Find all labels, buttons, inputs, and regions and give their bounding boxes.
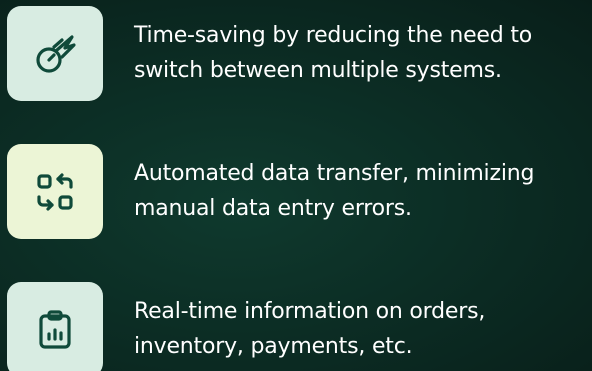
feature-text-line-1: Automated data transfer, minimizing <box>134 161 535 186</box>
feature-text-line-2: manual data entry errors. <box>134 196 412 221</box>
feature-text-line-1: Time-saving by reducing the need to <box>134 23 533 48</box>
speed-meteor-icon <box>36 34 76 73</box>
feature-item-automated-transfer: Automated data transfer, minimizing manu… <box>7 144 592 239</box>
feature-text: Real-time information on orders, invento… <box>134 294 485 364</box>
feature-item-time-saving: Time-saving by reducing the need to swit… <box>7 6 592 101</box>
feature-item-real-time-info: Real-time information on orders, invento… <box>7 282 592 371</box>
feature-list: Time-saving by reducing the need to swit… <box>7 6 592 371</box>
feature-text: Time-saving by reducing the need to swit… <box>134 18 532 88</box>
feature-text-line-2: inventory, payments, etc. <box>134 334 413 359</box>
feature-text-line-1: Real-time information on orders, <box>134 299 486 324</box>
feature-icon-box <box>7 6 103 101</box>
sync-transfer-icon <box>37 172 73 211</box>
feature-icon-box <box>7 282 103 371</box>
feature-text: Automated data transfer, minimizing manu… <box>134 156 534 226</box>
feature-text-line-2: switch between multiple systems. <box>134 58 502 83</box>
clipboard-chart-icon <box>39 309 71 349</box>
feature-icon-box <box>7 144 103 239</box>
